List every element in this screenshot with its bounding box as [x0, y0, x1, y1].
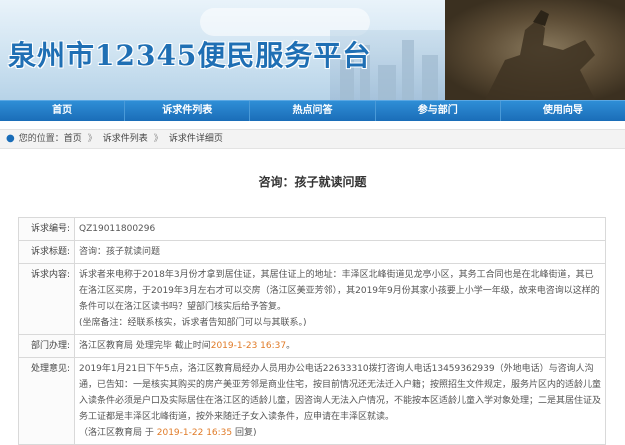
reply-suffix: 回复) [235, 428, 257, 438]
number-label: 诉求编号: [18, 217, 75, 241]
dept-status-text: 洛江区教育局 处理完毕 截止时间 [79, 341, 211, 351]
request-number: QZ19011800296 [74, 217, 606, 241]
breadcrumb-request-list[interactable]: 诉求件列表 [103, 130, 148, 148]
content-label: 诉求内容: [18, 263, 75, 335]
reply-time: 2019-1-22 16:35 [156, 428, 233, 438]
dept-label: 部门办理: [18, 334, 75, 358]
nav-guide[interactable]: 使用向导 [501, 101, 625, 121]
dept-handling: 洛江区教育局 处理完毕 截止时间2019-1-23 16:37。 [74, 334, 606, 358]
dept-deadline: 2019-1-23 16:37 [210, 341, 287, 351]
nav-hot-qa[interactable]: 热点问答 [250, 101, 376, 121]
table-row: 处理意见: 2019年1月21日下午5点，洛江区教育局经办人员用办公电话2263… [18, 357, 606, 445]
reply-line: （洛江区教育局 于 2019-1-22 16:35 回复) [79, 425, 601, 441]
table-row: 诉求编号: QZ19011800296 [18, 217, 606, 241]
request-content-note: (坐席备注：经联系核实，诉求者告知部门可以与其联系。) [79, 318, 307, 328]
table-row: 诉求标题: 咨询：孩子就读问题 [18, 240, 606, 264]
site-title: 泉州市12345便民服务平台 [8, 39, 372, 72]
page-title: 咨询：孩子就读问题 [258, 175, 367, 189]
dept-status-suffix: 。 [286, 341, 296, 351]
request-subject: 咨询：孩子就读问题 [74, 240, 606, 264]
request-content: 诉求者来电称于2018年3月份才拿到居住证，其居住证上的地址：丰泽区北峰街道见龙… [74, 263, 606, 335]
breadcrumb: ● 您的位置： 首页 》 诉求件列表 》 诉求件详细页 [0, 129, 625, 149]
main-navigation: 首页 诉求件列表 热点问答 参与部门 使用向导 [0, 100, 625, 121]
subject-label: 诉求标题: [18, 240, 75, 264]
nav-request-list[interactable]: 诉求件列表 [125, 101, 251, 121]
reply-prefix: （洛江区教育局 于 [79, 428, 154, 438]
handling-opinion: 2019年1月21日下午5点，洛江区教育局经办人员用办公电话22633310拨打… [74, 357, 606, 445]
opinion-label: 处理意见: [18, 357, 75, 445]
nav-home[interactable]: 首页 [0, 101, 126, 121]
nav-departments[interactable]: 参与部门 [376, 101, 501, 121]
breadcrumb-separator: 》 [87, 134, 97, 144]
handling-opinion-text: 2019年1月21日下午5点，洛江区教育局经办人员用办公电话22633310拨打… [79, 364, 602, 422]
table-row: 诉求内容: 诉求者来电称于2018年3月份才拿到居住证，其居住证上的地址：丰泽区… [18, 263, 606, 335]
header-banner: 泉州市12345便民服务平台 [0, 0, 625, 100]
table-row: 部门办理: 洛江区教育局 处理完毕 截止时间2019-1-23 16:37。 [18, 334, 606, 358]
breadcrumb-prefix: 您的位置： [18, 134, 64, 144]
breadcrumb-home[interactable]: 首页 [64, 130, 82, 148]
location-pin-icon: ● [6, 133, 15, 144]
breadcrumb-current: 诉求件详细页 [168, 134, 223, 144]
request-detail-table: 诉求编号: QZ19011800296 诉求标题: 咨询：孩子就读问题 诉求内容… [18, 217, 606, 445]
request-content-text: 诉求者来电称于2018年3月份才拿到居住证，其居住证上的地址：丰泽区北峰街道见龙… [79, 270, 600, 312]
breadcrumb-separator: 》 [153, 134, 163, 144]
banner-statue-image [445, 0, 625, 100]
